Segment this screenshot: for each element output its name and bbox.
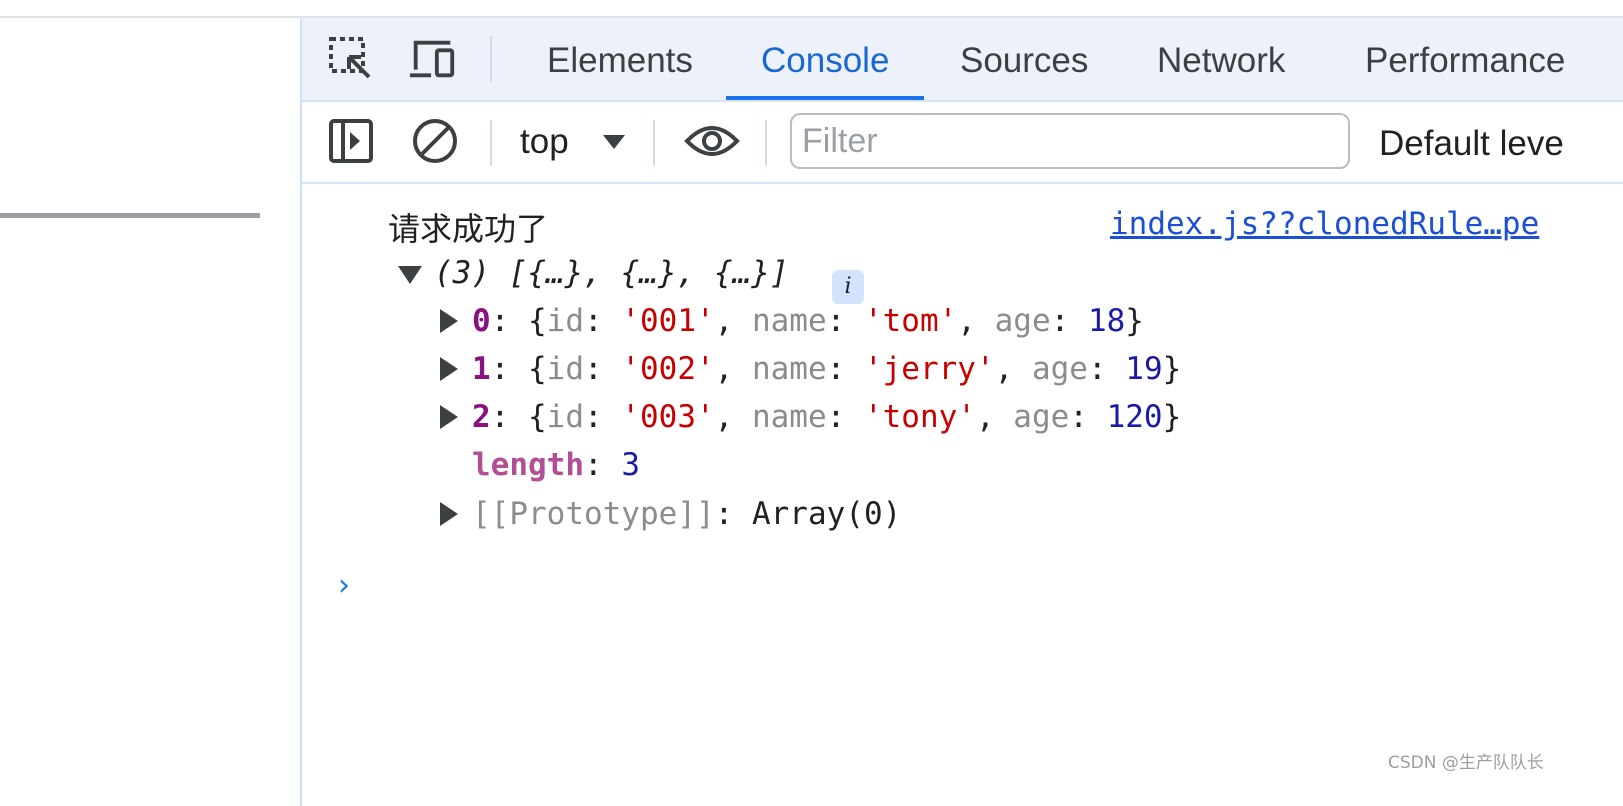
item-age: 120 [1106, 399, 1163, 435]
source-location-link[interactable]: index.js??clonedRule…pe [1110, 206, 1539, 242]
active-tab-indicator [726, 96, 924, 100]
array-item-row[interactable]: 0: {id: '001', name: 'tom', age: 18} [472, 301, 1144, 341]
prototype-value: Array(0) [751, 496, 902, 532]
item-index: 2 [472, 399, 491, 435]
expand-triangle-icon[interactable] [440, 357, 458, 381]
item-age: 18 [1087, 303, 1126, 339]
device-toolbar-icon[interactable] [408, 34, 458, 84]
tab-network[interactable]: Network [1157, 18, 1285, 100]
console-prompt-icon[interactable]: › [338, 568, 350, 603]
context-label: top [520, 122, 569, 161]
log-levels-dropdown[interactable]: Default leve [1379, 102, 1564, 182]
array-item-row[interactable]: 2: {id: '003', name: 'tony', age: 120} [472, 397, 1181, 437]
tab-sources[interactable]: Sources [960, 18, 1088, 100]
item-name: 'jerry' [863, 351, 995, 387]
tab-performance[interactable]: Performance [1365, 18, 1565, 100]
item-id: '002' [621, 351, 715, 387]
length-key: length [472, 447, 584, 483]
prototype-key: [[Prototype]] [472, 496, 715, 532]
item-name: 'tom' [863, 303, 958, 339]
item-index: 0 [472, 303, 491, 339]
expand-triangle-icon[interactable] [440, 502, 458, 526]
console-toolbar: top Default leve [302, 102, 1623, 184]
length-row: length: 3 [472, 447, 640, 483]
devtools-tabbar: Elements Console Sources Network Perform… [302, 18, 1623, 102]
tab-console[interactable]: Console [761, 18, 889, 100]
expand-triangle-icon[interactable] [440, 405, 458, 429]
page-viewport [0, 20, 300, 806]
chevron-down-icon [602, 135, 625, 149]
array-item-row[interactable]: 1: {id: '002', name: 'jerry', age: 19} [472, 349, 1181, 389]
expand-triangle-icon[interactable] [440, 309, 458, 333]
toolbar-separator [653, 120, 655, 166]
toolbar-separator [765, 120, 767, 166]
context-selector[interactable]: top [520, 102, 629, 182]
tab-elements[interactable]: Elements [547, 18, 693, 100]
watermark-text: CSDN @生产队队长 [1388, 753, 1544, 773]
item-id: '003' [621, 399, 715, 435]
collapse-triangle-icon[interactable] [398, 266, 422, 284]
filter-input[interactable] [790, 113, 1350, 169]
live-expression-eye-icon[interactable] [682, 116, 742, 166]
item-id: '001' [621, 303, 715, 339]
console-output: 请求成功了 index.js??clonedRule…pe (3) [{…}, … [302, 186, 1623, 806]
sidebar-toggle-icon[interactable] [326, 116, 376, 166]
browser-top-edge [0, 0, 1623, 18]
length-value: 3 [621, 447, 640, 483]
prototype-row[interactable]: [[Prototype]]: Array(0) [472, 494, 901, 534]
devtools-panel: Elements Console Sources Network Perform… [300, 18, 1623, 806]
toolbar-separator [490, 120, 492, 166]
console-message-text: 请求成功了 [388, 210, 549, 248]
inspect-element-icon[interactable] [326, 34, 376, 84]
item-age: 19 [1125, 351, 1163, 387]
item-name: 'tony' [863, 399, 976, 435]
array-summary[interactable]: (3) [{…}, {…}, {…}] [434, 253, 789, 293]
clear-console-icon[interactable] [410, 116, 460, 166]
page-divider-line [0, 213, 260, 218]
info-badge-icon[interactable]: i [832, 270, 864, 304]
toolbar-separator [490, 36, 492, 82]
item-index: 1 [472, 351, 491, 387]
